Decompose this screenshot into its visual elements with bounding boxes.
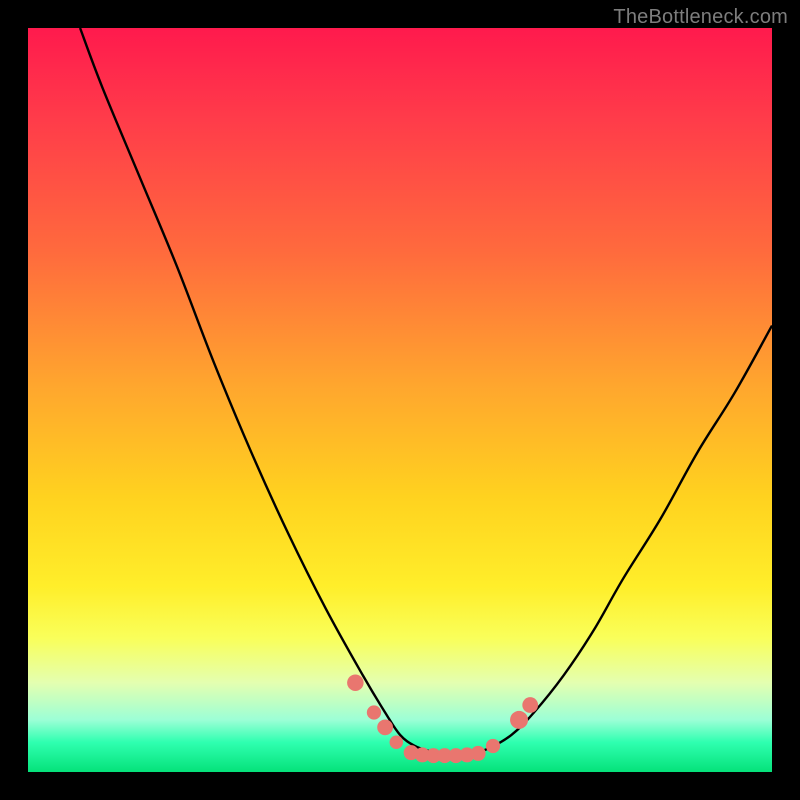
curve-marker <box>367 705 381 719</box>
curve-group <box>80 28 772 756</box>
plot-area <box>28 28 772 772</box>
curve-marker <box>510 711 528 729</box>
curve-marker <box>471 746 486 761</box>
watermark-text: TheBottleneck.com <box>613 6 788 29</box>
left-curve <box>80 28 459 756</box>
curve-marker <box>486 739 500 753</box>
curve-marker <box>390 735 404 749</box>
marker-group <box>347 674 538 763</box>
chart-svg <box>28 28 772 772</box>
curve-marker <box>347 674 364 691</box>
curve-marker <box>377 719 393 735</box>
curve-marker <box>522 697 538 713</box>
chart-frame: TheBottleneck.com <box>0 0 800 800</box>
right-curve <box>460 326 772 756</box>
